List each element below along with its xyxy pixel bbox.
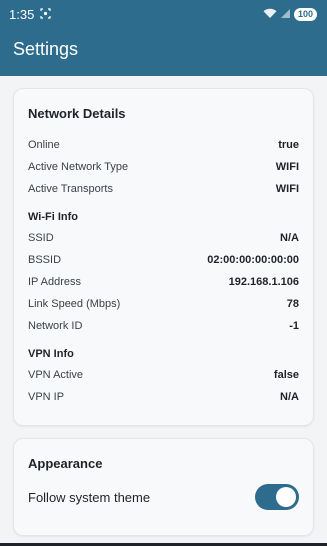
follow-system-theme-toggle[interactable] <box>255 484 299 510</box>
page-title: Settings <box>13 39 79 59</box>
app-bar: 1:35 100 Settings <box>0 0 327 76</box>
info-label: Network ID <box>28 320 83 332</box>
info-row-vpn-active: VPN Active false <box>28 364 299 386</box>
info-value: 192.168.1.106 <box>228 276 299 288</box>
info-value: N/A <box>280 391 299 403</box>
status-time: 1:35 <box>9 6 35 22</box>
info-label: SSID <box>28 232 54 244</box>
battery-icon: 100 <box>293 7 317 21</box>
info-value: N/A <box>280 232 299 244</box>
info-value: 02:00:00:00:00:00 <box>207 254 299 266</box>
network-details-title: Network Details <box>28 106 126 121</box>
info-row-ip-address: IP Address 192.168.1.106 <box>28 271 299 293</box>
signal-icon <box>280 7 291 22</box>
info-row-network-id: Network ID -1 <box>28 315 299 337</box>
info-row-bssid: BSSID 02:00:00:00:00:00 <box>28 249 299 271</box>
network-details-card: Network Details Online true Active Netwo… <box>13 88 314 426</box>
info-label: Link Speed (Mbps) <box>28 298 121 310</box>
settings-content: Network Details Online true Active Netwo… <box>0 76 327 536</box>
info-label: Active Network Type <box>28 161 129 173</box>
appearance-title: Appearance <box>28 456 103 471</box>
appearance-card: Appearance Follow system theme <box>13 438 314 536</box>
vpn-info-heading: VPN Info <box>28 348 74 360</box>
info-label: BSSID <box>28 254 62 266</box>
info-row-active-transports: Active Transports WIFI <box>28 178 299 200</box>
info-label: VPN IP <box>28 391 65 403</box>
wifi-icon <box>263 7 277 22</box>
info-label: Active Transports <box>28 183 113 195</box>
info-row-online: Online true <box>28 134 299 156</box>
wifi-info-heading: Wi-Fi Info <box>28 211 78 223</box>
info-row-active-network-type: Active Network Type WIFI <box>28 156 299 178</box>
info-value: 78 <box>286 298 299 310</box>
info-value: WIFI <box>275 161 299 173</box>
info-label: Online <box>28 139 60 151</box>
follow-system-theme-row[interactable]: Follow system theme <box>28 484 299 510</box>
info-value: -1 <box>289 320 299 332</box>
info-row-ssid: SSID N/A <box>28 227 299 249</box>
info-row-link-speed: Link Speed (Mbps) 78 <box>28 293 299 315</box>
follow-system-theme-label: Follow system theme <box>28 489 151 505</box>
info-label: IP Address <box>28 276 81 288</box>
info-row-vpn-ip: VPN IP N/A <box>28 386 299 408</box>
info-value: false <box>273 369 299 381</box>
screenshot-icon <box>40 7 51 22</box>
info-value: WIFI <box>275 183 299 195</box>
toggle-knob <box>276 487 296 507</box>
status-bar: 1:35 100 <box>0 0 327 28</box>
info-value: true <box>278 139 299 151</box>
info-label: VPN Active <box>28 369 84 381</box>
